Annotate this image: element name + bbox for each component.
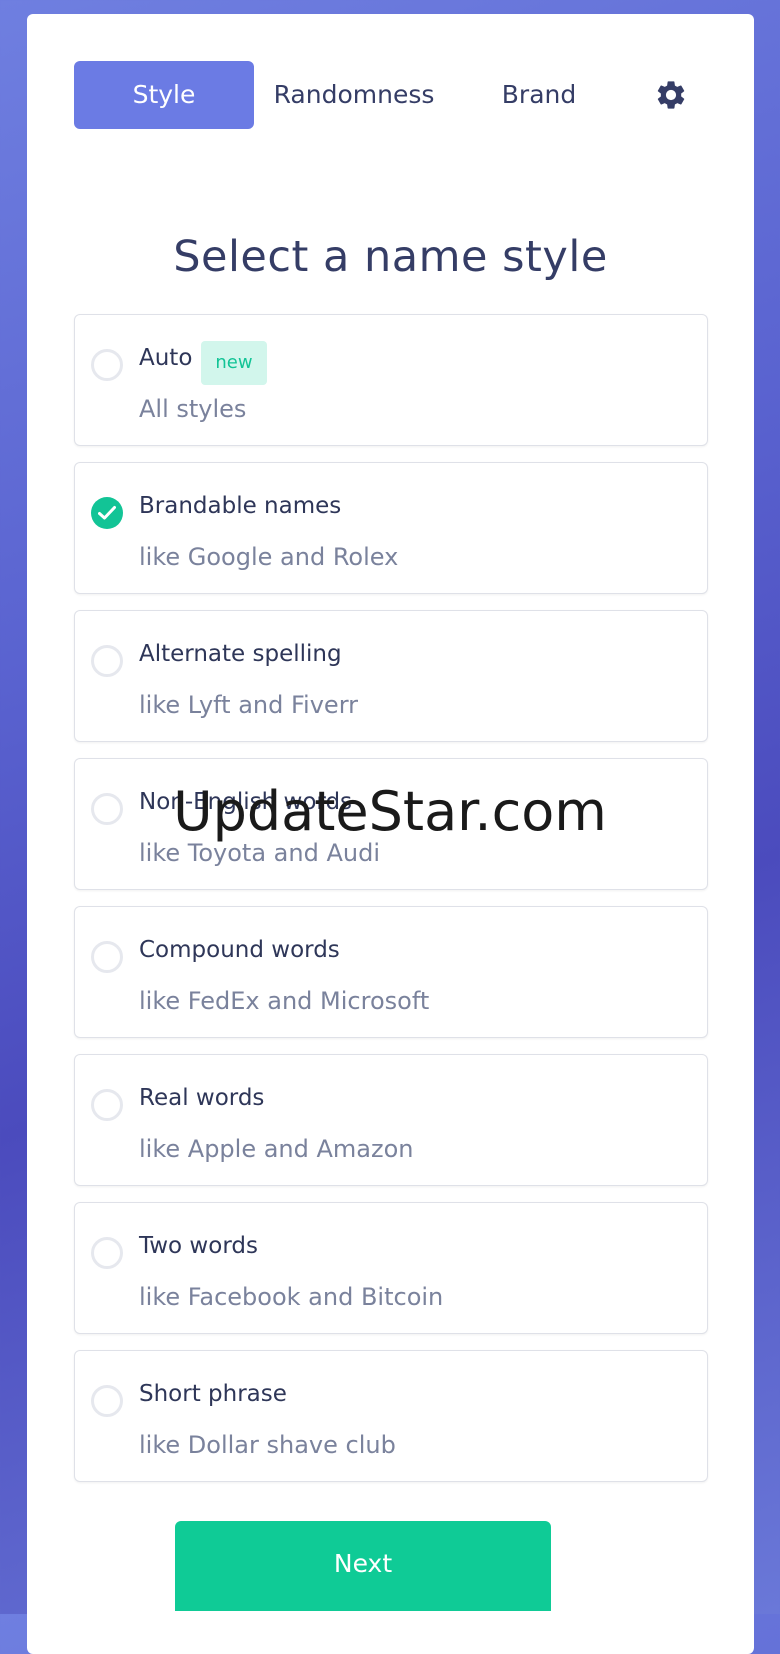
tab-style[interactable]: Style bbox=[74, 61, 254, 129]
radio-button[interactable] bbox=[91, 1385, 123, 1417]
tab-bar: Style Randomness Brand bbox=[74, 61, 694, 129]
option-title: Alternate spelling bbox=[139, 641, 342, 667]
option-subtitle: like Dollar shave club bbox=[139, 1431, 396, 1459]
option-brandable-names[interactable]: Brandable names like Google and Rolex bbox=[74, 462, 708, 594]
radio-button[interactable] bbox=[91, 349, 123, 381]
option-subtitle: like FedEx and Microsoft bbox=[139, 987, 430, 1015]
tab-randomness[interactable]: Randomness bbox=[254, 61, 454, 129]
option-subtitle: like Google and Rolex bbox=[139, 543, 399, 571]
option-short-phrase[interactable]: Short phrase like Dollar shave club bbox=[74, 1350, 708, 1482]
option-subtitle: like Lyft and Fiverr bbox=[139, 691, 358, 719]
gear-icon[interactable] bbox=[654, 78, 688, 112]
option-auto[interactable]: Auto new All styles bbox=[74, 314, 708, 446]
watermark: UpdateStar.com bbox=[173, 780, 607, 843]
option-title: Auto bbox=[139, 345, 193, 371]
radio-button[interactable] bbox=[91, 941, 123, 973]
radio-button[interactable] bbox=[91, 1089, 123, 1121]
option-subtitle: like Apple and Amazon bbox=[139, 1135, 414, 1163]
check-icon bbox=[98, 506, 116, 520]
new-badge: new bbox=[201, 341, 267, 385]
radio-button-checked[interactable] bbox=[91, 497, 123, 529]
option-alternate-spelling[interactable]: Alternate spelling like Lyft and Fiverr bbox=[74, 610, 708, 742]
option-two-words[interactable]: Two words like Facebook and Bitcoin bbox=[74, 1202, 708, 1334]
option-title: Short phrase bbox=[139, 1381, 287, 1407]
option-title: Brandable names bbox=[139, 493, 342, 519]
option-compound-words[interactable]: Compound words like FedEx and Microsoft bbox=[74, 906, 708, 1038]
option-title: Compound words bbox=[139, 937, 340, 963]
option-subtitle: All styles bbox=[139, 395, 247, 423]
radio-button[interactable] bbox=[91, 645, 123, 677]
option-title: Real words bbox=[139, 1085, 265, 1111]
option-real-words[interactable]: Real words like Apple and Amazon bbox=[74, 1054, 708, 1186]
page-title: Select a name style bbox=[173, 232, 608, 282]
option-title: Two words bbox=[139, 1233, 258, 1259]
next-button[interactable]: Next bbox=[175, 1521, 551, 1611]
option-subtitle: like Toyota and Audi bbox=[139, 839, 380, 867]
option-subtitle: like Facebook and Bitcoin bbox=[139, 1283, 444, 1311]
tab-brand[interactable]: Brand bbox=[464, 61, 614, 129]
radio-button[interactable] bbox=[91, 1237, 123, 1269]
